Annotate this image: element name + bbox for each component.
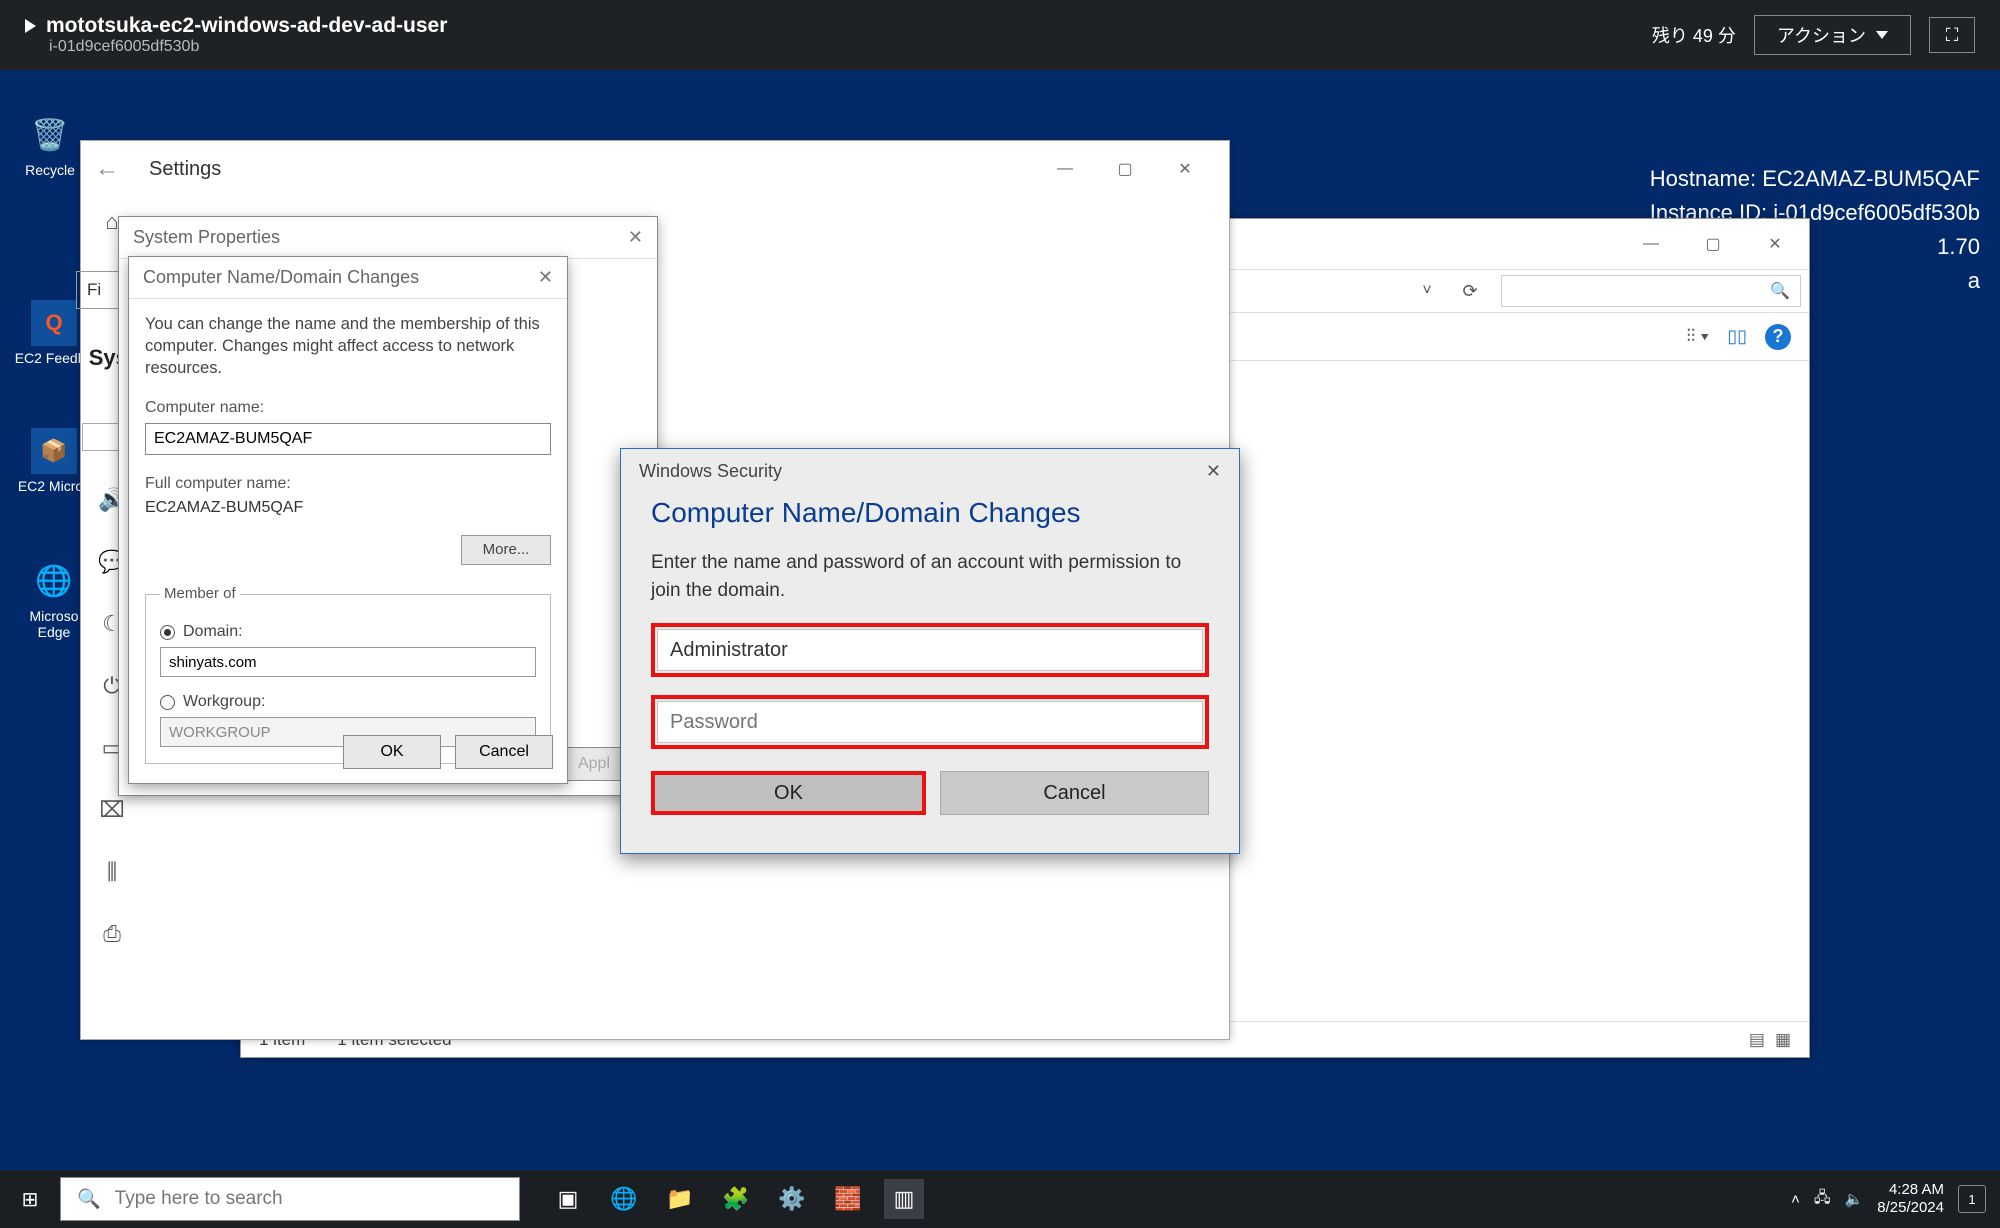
- maximize-button[interactable]: ▢: [1095, 148, 1155, 190]
- username-input[interactable]: [657, 629, 1203, 671]
- close-icon[interactable]: ✕: [538, 267, 553, 288]
- ok-button-highlight: OK: [651, 771, 926, 815]
- taskbar-edge-icon[interactable]: 🌐: [604, 1179, 644, 1219]
- taskbar: ⊞ 🔍 Type here to search ▣ 🌐 📁 🧩 ⚙️ 🧱 ▥ ˄…: [0, 1170, 2000, 1228]
- dialog-title: Computer Name/Domain Changes: [143, 267, 419, 288]
- expand-icon: ⛶: [1946, 25, 1959, 46]
- close-button[interactable]: ✕: [1155, 148, 1215, 190]
- cancel-button[interactable]: Cancel: [455, 735, 553, 769]
- password-input[interactable]: [657, 701, 1203, 743]
- computer-name-input[interactable]: [145, 423, 551, 455]
- search-icon: 🔍: [77, 1187, 101, 1211]
- address-dropdown[interactable]: ˅: [1407, 282, 1447, 300]
- tray-network-icon[interactable]: 🖧: [1814, 1187, 1831, 1212]
- chevron-down-icon: [1876, 31, 1888, 39]
- taskbar-settings-icon[interactable]: ⚙️: [772, 1179, 812, 1219]
- domain-input[interactable]: [160, 647, 536, 677]
- recycle-bin-icon: 🗑️: [27, 112, 73, 158]
- taskbar-search[interactable]: 🔍 Type here to search: [60, 1177, 520, 1221]
- maximize-button[interactable]: ▢: [1683, 223, 1743, 265]
- radio-unchecked-icon: [160, 695, 175, 710]
- username-highlight: [651, 623, 1209, 677]
- task-view-icon[interactable]: ▣: [548, 1179, 588, 1219]
- back-button[interactable]: ←: [95, 155, 119, 183]
- full-computer-name-label: Full computer name:: [145, 473, 551, 495]
- taskbar-explorer-icon[interactable]: 📁: [660, 1179, 700, 1219]
- minimize-button[interactable]: —: [1621, 223, 1681, 265]
- radio-checked-icon: [160, 625, 175, 640]
- close-icon[interactable]: ✕: [628, 227, 643, 248]
- dialog-heading: Computer Name/Domain Changes: [651, 497, 1209, 529]
- dialog-prompt: Enter the name and password of an accoun…: [651, 549, 1209, 605]
- full-computer-name-value: EC2AMAZ-BUM5QAF: [145, 497, 551, 519]
- search-icon: 🔍: [1770, 281, 1790, 301]
- refresh-button[interactable]: ⟳: [1447, 281, 1493, 302]
- password-highlight: [651, 695, 1209, 749]
- nav-project-icon[interactable]: ⎙: [81, 921, 143, 947]
- nav-multitask-icon[interactable]: ⫼: [81, 859, 143, 885]
- help-icon[interactable]: ?: [1765, 324, 1791, 350]
- taskbar-control-panel-icon[interactable]: ▥: [884, 1179, 924, 1219]
- preview-pane-icon[interactable]: ▯▯: [1727, 326, 1747, 347]
- edge-icon: 🌐: [31, 558, 77, 604]
- play-icon: [25, 19, 36, 33]
- nav-tablet-icon[interactable]: ⌧: [81, 797, 143, 823]
- session-instance-id: i-01d9cef6005df530b: [49, 38, 447, 56]
- ok-button[interactable]: OK: [343, 735, 441, 769]
- windows-security-dialog: Windows Security ✕ Computer Name/Domain …: [620, 448, 1240, 854]
- dialog-description: You can change the name and the membersh…: [145, 313, 551, 379]
- ec2-box-icon: 📦: [31, 428, 77, 474]
- close-button[interactable]: ✕: [1745, 223, 1805, 265]
- view-options-icon[interactable]: ⫶⫶ ▾: [1686, 326, 1709, 347]
- dialog-title: System Properties: [133, 227, 280, 248]
- search-box[interactable]: 🔍: [1501, 275, 1801, 307]
- session-title: mototsuka-ec2-windows-ad-dev-ad-user: [46, 14, 447, 38]
- cancel-button[interactable]: Cancel: [940, 771, 1209, 815]
- session-bar: mototsuka-ec2-windows-ad-dev-ad-user i-0…: [0, 0, 2000, 70]
- tray-sound-icon[interactable]: 🔈: [1845, 1190, 1864, 1208]
- member-of-legend: Member of: [160, 583, 240, 605]
- tray-chevron-up-icon[interactable]: ˄: [1791, 1191, 1800, 1208]
- large-icons-view-icon[interactable]: ▦: [1775, 1030, 1791, 1050]
- taskbar-app-icon-1[interactable]: 🧩: [716, 1179, 756, 1219]
- tray-notifications[interactable]: 1: [1958, 1185, 1986, 1213]
- ec2-feedback-icon: Q: [31, 300, 77, 346]
- more-button[interactable]: More...: [461, 535, 551, 565]
- computer-name-label: Computer name:: [145, 397, 551, 419]
- desktop-icon-recycle-bin[interactable]: 🗑️ Recycle: [10, 112, 90, 178]
- taskbar-app-icon-2[interactable]: 🧱: [828, 1179, 868, 1219]
- minimize-button[interactable]: —: [1035, 148, 1095, 190]
- close-icon[interactable]: ✕: [1206, 461, 1221, 482]
- start-button[interactable]: ⊞: [0, 1187, 60, 1212]
- dialog-title: Windows Security: [639, 461, 782, 482]
- fullscreen-button[interactable]: ⛶: [1929, 17, 1975, 53]
- computer-name-domain-changes-dialog: Computer Name/Domain Changes ✕ You can c…: [128, 256, 568, 784]
- remaining-time: 残り 49 分: [1652, 22, 1736, 48]
- settings-title: Settings: [149, 158, 221, 181]
- domain-radio[interactable]: Domain:: [160, 621, 536, 643]
- tray-clock[interactable]: 4:28 AM 8/25/2024: [1877, 1181, 1944, 1217]
- workgroup-radio[interactable]: Workgroup:: [160, 691, 536, 713]
- ok-button[interactable]: OK: [655, 775, 922, 811]
- action-dropdown[interactable]: アクション: [1754, 15, 1911, 55]
- details-view-icon[interactable]: ▤: [1749, 1030, 1765, 1050]
